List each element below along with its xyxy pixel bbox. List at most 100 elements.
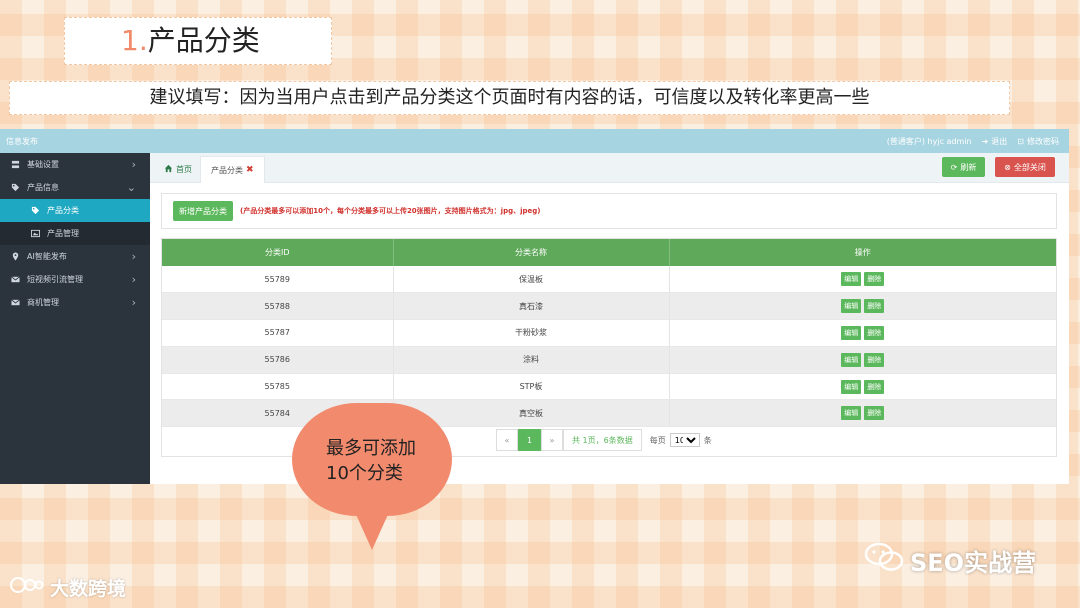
- sidebar-item-basic-settings[interactable]: 基础设置 ›: [0, 153, 150, 176]
- user-info: (普通客户) hyjc admin: [886, 136, 972, 146]
- logout-icon: ➜: [981, 136, 989, 146]
- logout-label: 退出: [991, 136, 1008, 146]
- row-actions: 编辑 删除: [669, 319, 1056, 347]
- admin-app-window: 信息发布 (普通客户) hyjc admin ➜ 退出 ⊡ 修改密码 基础设置 …: [0, 129, 1069, 484]
- image-icon: [30, 229, 40, 239]
- per-page-select[interactable]: 10: [669, 433, 700, 447]
- close-all-label: 全部关闭: [1013, 162, 1046, 172]
- page-1-button[interactable]: 1: [518, 429, 541, 451]
- app-title: 信息发布: [6, 136, 38, 146]
- table-row: 55786 涂料 编辑 删除: [162, 346, 1056, 374]
- category-id: 55789: [162, 266, 394, 294]
- row-actions: 编辑 删除: [669, 266, 1056, 294]
- sidebar-item-label: 基础设置: [27, 160, 59, 169]
- tab-home[interactable]: 首页: [154, 156, 202, 183]
- category-id: 55787: [162, 319, 394, 347]
- tab-product-category-label: 产品分类: [211, 165, 243, 175]
- category-limit-hint: (产品分类最多可以添加10个，每个分类最多可以上传20张图片，支持图片格式为：j…: [240, 207, 541, 215]
- delete-button[interactable]: 删除: [864, 352, 885, 367]
- edit-button[interactable]: 编辑: [841, 352, 862, 367]
- table-row: 55788 真石漆 编辑 删除: [162, 292, 1056, 321]
- change-password-label: 修改密码: [1027, 136, 1059, 146]
- row-actions: 编辑 删除: [669, 373, 1056, 401]
- server-icon: [10, 160, 20, 170]
- delete-button[interactable]: 删除: [864, 272, 885, 287]
- tag-icon: [10, 183, 20, 193]
- sidebar-item-business-opportunity[interactable]: 商机管理 ›: [0, 291, 150, 314]
- sidebar-item-short-video[interactable]: 短视频引流管理 ›: [0, 268, 150, 291]
- change-password-link[interactable]: ⊡ 修改密码: [1017, 136, 1059, 147]
- table-row: 55789 保温板 编辑 删除: [162, 266, 1056, 294]
- tab-home-label: 首页: [176, 165, 192, 174]
- table-row: 55784 真空板 编辑 删除: [162, 399, 1056, 428]
- prev-page-button[interactable]: «: [496, 429, 518, 451]
- category-table-container: 分类ID 分类名称 操作 55789 保温板 编辑 删除 55788 真石漆 编辑…: [161, 238, 1057, 457]
- edit-button[interactable]: 编辑: [841, 379, 862, 394]
- edit-button[interactable]: 编辑: [841, 272, 862, 287]
- sidebar-item-label: 商机管理: [27, 298, 59, 307]
- category-id: 55785: [162, 373, 394, 401]
- delete-button[interactable]: 删除: [864, 325, 885, 340]
- row-actions: 编辑 删除: [669, 399, 1056, 428]
- row-actions: 编辑 删除: [669, 292, 1056, 321]
- row-actions: 编辑 删除: [669, 346, 1056, 374]
- delete-button[interactable]: 删除: [864, 379, 885, 394]
- category-id: 55786: [162, 346, 394, 374]
- edit-button[interactable]: 编辑: [841, 299, 862, 314]
- slide-title-text: 产品分类: [147, 24, 260, 57]
- sidebar: 基础设置 › 产品信息 ⌄ 产品分类 产品管理 AI智能发布 › 短视频引流管理…: [0, 153, 150, 484]
- delete-button[interactable]: 删除: [864, 406, 885, 421]
- mail-icon: [10, 298, 20, 308]
- page-info: 共 1页，6条数据: [563, 429, 642, 451]
- close-all-button[interactable]: ⊗ 全部关闭: [995, 157, 1055, 177]
- delete-button[interactable]: 删除: [864, 299, 885, 314]
- slide-title-number: 1.: [121, 24, 148, 57]
- sidebar-item-product-category[interactable]: 产品分类: [0, 199, 150, 222]
- refresh-button[interactable]: ⟳ 刷新: [942, 157, 985, 177]
- category-toolbar: 新增产品分类 (产品分类最多可以添加10个，每个分类最多可以上传20张图片，支持…: [161, 193, 1057, 229]
- callout-line-2: 10个分类: [326, 463, 403, 484]
- watermark-right: SEO实战营: [864, 542, 1036, 578]
- sidebar-item-product-info[interactable]: 产品信息 ⌄: [0, 176, 150, 199]
- table-row: 55787 干粉砂浆 编辑 删除: [162, 319, 1056, 347]
- per-page-label: 每页: [649, 435, 666, 445]
- category-name: 干粉砂浆: [393, 319, 670, 347]
- chevron-down-icon: ⌄: [126, 181, 136, 194]
- tab-product-category[interactable]: 产品分类 ✖: [200, 156, 265, 183]
- column-header-actions: 操作: [669, 239, 1056, 266]
- sidebar-item-product-management[interactable]: 产品管理: [0, 222, 150, 245]
- chevron-right-icon: ›: [131, 158, 136, 171]
- chevron-right-icon: ›: [131, 273, 136, 286]
- edit-button[interactable]: 编辑: [841, 406, 862, 421]
- edit-button[interactable]: 编辑: [841, 325, 862, 340]
- sidebar-item-label: 产品管理: [47, 229, 79, 238]
- category-name: STP板: [393, 373, 670, 401]
- next-page-button[interactable]: »: [541, 429, 563, 451]
- chevron-right-icon: ›: [131, 250, 136, 263]
- refresh-label: 刷新: [960, 162, 977, 172]
- category-table: 分类ID 分类名称 操作 55789 保温板 编辑 删除 55788 真石漆 编辑…: [162, 239, 1056, 428]
- slide-note: 建议填写：因为当用户点击到产品分类这个页面时有内容的话，可信度以及转化率更高一些: [9, 81, 1010, 115]
- password-icon: ⊡: [1017, 136, 1024, 146]
- chevron-right-icon: ›: [131, 296, 136, 309]
- wechat-icon: [864, 542, 904, 578]
- home-icon: [164, 164, 173, 175]
- sidebar-item-label: AI智能发布: [27, 252, 67, 261]
- logout-link[interactable]: ➜ 退出: [982, 136, 1008, 147]
- pagination: « 1 » 共 1页，6条数据 每页 10 条: [496, 429, 712, 451]
- sidebar-item-label: 产品信息: [27, 183, 59, 192]
- per-page-unit: 条: [703, 435, 712, 445]
- category-name: 真石漆: [393, 292, 670, 321]
- slide-title: 1.产品分类: [64, 17, 332, 65]
- watermark-left: 大数跨境: [10, 574, 126, 601]
- column-header-id: 分类ID: [162, 239, 394, 266]
- top-bar: 信息发布 (普通客户) hyjc admin ➜ 退出 ⊡ 修改密码: [0, 129, 1069, 153]
- column-header-name: 分类名称: [393, 239, 670, 266]
- mail-icon: [10, 275, 20, 285]
- sidebar-item-ai-publish[interactable]: AI智能发布 ›: [0, 245, 150, 268]
- close-circle-icon: ⊗: [1004, 162, 1011, 172]
- close-icon[interactable]: ✖: [246, 165, 254, 175]
- add-category-button[interactable]: 新增产品分类: [173, 201, 233, 221]
- tab-bar: 首页 产品分类 ✖ ⟳ 刷新 ⊗ 全部关闭: [150, 153, 1069, 183]
- category-name: 涂料: [393, 346, 670, 374]
